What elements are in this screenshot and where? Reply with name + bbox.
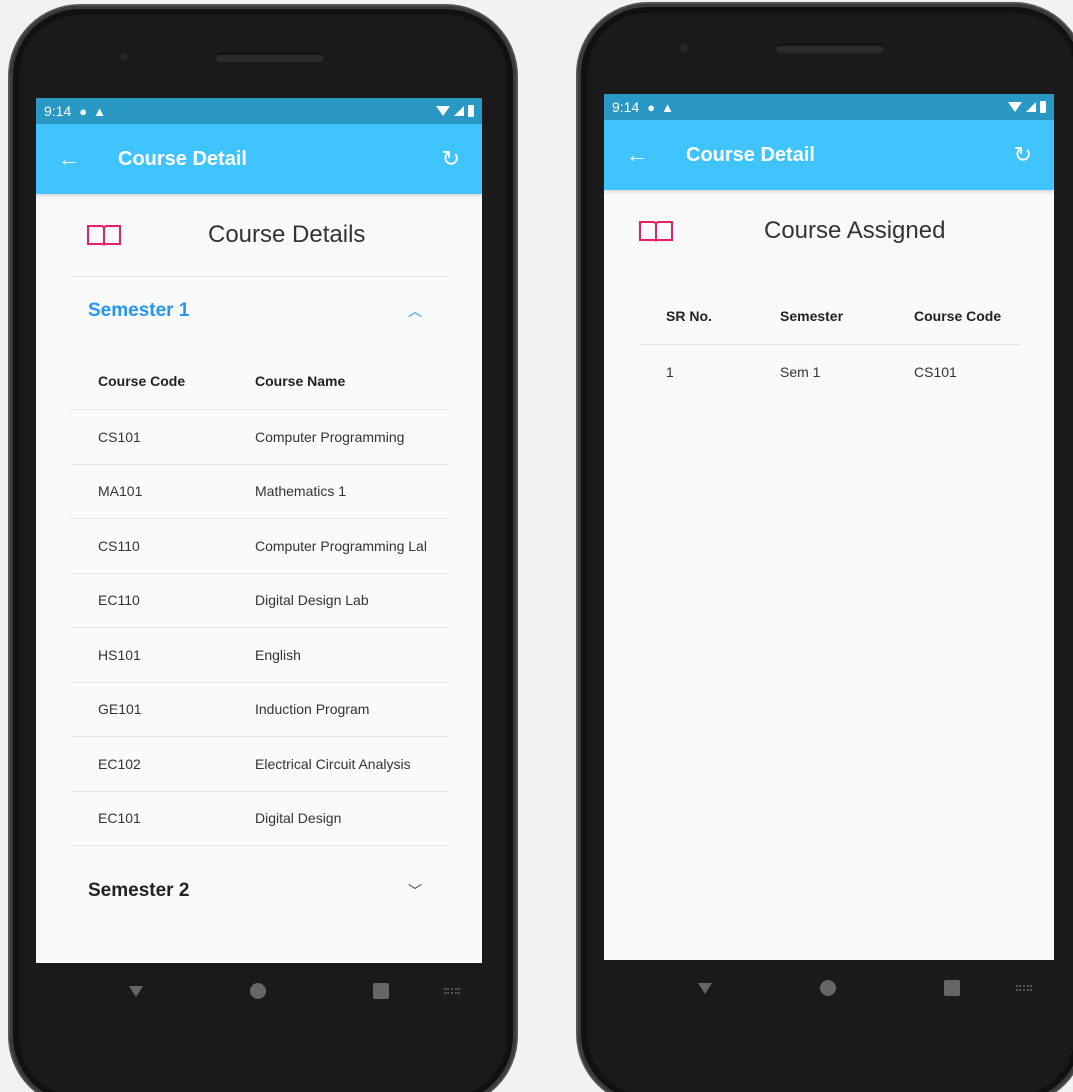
app-bar-title: Course Detail bbox=[686, 143, 815, 166]
course-code-cell: MA101 bbox=[98, 483, 143, 499]
cloud-icon: ▲ bbox=[661, 99, 674, 115]
semester-cell: Sem 1 bbox=[780, 364, 821, 381]
status-time: 9:14 bbox=[44, 103, 72, 119]
nav-back-icon[interactable] bbox=[698, 982, 712, 994]
nav-back-icon[interactable] bbox=[129, 985, 144, 997]
keyboard-icon bbox=[444, 988, 460, 994]
chevron-up-icon: ︿ bbox=[408, 303, 422, 319]
phone-frame-right: 9:14 ● ▲ ← Course Detail ↻ Course Assign… bbox=[578, 4, 1073, 1092]
course-name-cell: Computer Programming Lal bbox=[255, 537, 427, 554]
card-header: Course Assigned bbox=[638, 190, 1020, 272]
course-code-cell: CS101 bbox=[98, 428, 141, 445]
book-icon bbox=[86, 223, 122, 247]
table-row: CS110 Computer Programming Lal bbox=[70, 518, 448, 573]
screen-left: 9:14 ● ▲ ← Course Detail ↻ Course Detail… bbox=[36, 98, 482, 963]
course-code-cell: CS110 bbox=[98, 537, 140, 554]
course-name-cell: Digital Design Lab bbox=[255, 592, 369, 608]
course-code-cell: EC102 bbox=[98, 755, 141, 772]
signal-icon bbox=[1026, 102, 1036, 112]
course-code-cell: EC110 bbox=[98, 592, 140, 608]
front-camera bbox=[118, 51, 130, 63]
course-code-cell: CS101 bbox=[914, 364, 957, 381]
table-row: 1 Sem 1 CS101 bbox=[638, 344, 1020, 400]
course-name-cell: Computer Programming bbox=[255, 428, 405, 445]
card-title: Course Details bbox=[208, 221, 366, 248]
card-header: Course Details bbox=[70, 194, 448, 276]
back-arrow-icon[interactable]: ← bbox=[626, 142, 666, 168]
refresh-icon[interactable]: ↻ bbox=[1014, 142, 1032, 168]
refresh-icon[interactable]: ↻ bbox=[442, 146, 460, 172]
header-course-code: Course Code bbox=[98, 372, 186, 389]
course-name-cell: Mathematics 1 bbox=[255, 483, 347, 499]
nav-recents-icon[interactable] bbox=[372, 983, 389, 999]
semester-1-label: Semester 1 bbox=[88, 300, 190, 321]
wifi-icon bbox=[436, 106, 450, 116]
status-bar: 9:14 ● ▲ bbox=[36, 98, 482, 124]
app-bar: ← Course Detail ↻ bbox=[36, 124, 482, 194]
screen-right: 9:14 ● ▲ ← Course Detail ↻ Course Assign… bbox=[604, 94, 1054, 960]
table-row: EC102 Electrical Circuit Analysis bbox=[70, 736, 448, 791]
table-header-row: SR No. Semester Course Code bbox=[638, 288, 1020, 344]
semester-1-course-table: Course Code Course Name CS101 Computer P… bbox=[70, 353, 448, 846]
app-bar-title: Course Detail bbox=[118, 147, 247, 170]
card-title: Course Assigned bbox=[764, 217, 946, 244]
notification-icon: ● bbox=[647, 99, 656, 115]
wifi-icon bbox=[1008, 102, 1022, 112]
table-row: EC101 Digital Design bbox=[70, 791, 448, 845]
notification-icon: ● bbox=[79, 103, 88, 119]
earpiece-speaker bbox=[775, 44, 885, 53]
chevron-down-icon: ﹀ bbox=[408, 882, 422, 899]
back-arrow-icon[interactable]: ← bbox=[58, 146, 98, 172]
sr-no-cell: 1 bbox=[666, 364, 674, 381]
nav-recents-icon[interactable] bbox=[944, 980, 960, 996]
table-row: GE101 Induction Program bbox=[70, 682, 448, 736]
signal-icon bbox=[454, 106, 464, 116]
course-code-cell: GE101 bbox=[98, 701, 142, 717]
course-name-cell: English bbox=[255, 646, 301, 663]
course-name-cell: Electrical Circuit Analysis bbox=[255, 755, 411, 772]
semester-2-label: Semester 2 bbox=[88, 879, 190, 901]
system-nav-bar bbox=[36, 963, 482, 1019]
semester-2-header[interactable]: Semester 2 ﹀ bbox=[70, 846, 448, 936]
course-assigned-table: SR No. Semester Course Code 1 Sem 1 CS10… bbox=[638, 288, 1020, 400]
course-name-cell: Digital Design bbox=[255, 810, 342, 826]
cloud-icon: ▲ bbox=[93, 103, 106, 119]
front-camera bbox=[678, 42, 690, 54]
battery-icon bbox=[468, 105, 474, 117]
table-row: EC110 Digital Design Lab bbox=[70, 573, 448, 627]
status-bar: 9:14 ● ▲ bbox=[604, 94, 1054, 120]
book-icon bbox=[638, 219, 674, 243]
course-name-cell: Induction Program bbox=[255, 701, 370, 717]
header-semester: Semester bbox=[780, 307, 844, 324]
nav-home-icon[interactable] bbox=[820, 980, 836, 996]
nav-home-icon[interactable] bbox=[249, 983, 266, 999]
course-code-cell: HS101 bbox=[98, 646, 141, 663]
course-code-cell: EC101 bbox=[98, 810, 141, 826]
earpiece-speaker bbox=[215, 53, 325, 62]
phone-frame-left: 9:14 ● ▲ ← Course Detail ↻ Course Detail… bbox=[10, 6, 516, 1092]
table-header-row: Course Code Course Name bbox=[70, 353, 448, 409]
header-course-code: Course Code bbox=[914, 307, 1002, 324]
table-row: MA101 Mathematics 1 bbox=[70, 464, 448, 518]
content: Course Details Semester 1 ︿ Course Code … bbox=[36, 194, 482, 963]
semester-1-header[interactable]: Semester 1 ︿ bbox=[70, 277, 448, 345]
table-row: HS101 English bbox=[70, 627, 448, 682]
keyboard-icon bbox=[1016, 985, 1032, 991]
battery-icon bbox=[1040, 101, 1046, 113]
header-course-name: Course Name bbox=[255, 372, 346, 389]
content: Course Assigned SR No. Semester Course C… bbox=[604, 190, 1054, 960]
status-time: 9:14 bbox=[612, 99, 640, 115]
system-nav-bar bbox=[604, 960, 1054, 1016]
header-sr-no: SR No. bbox=[666, 307, 712, 324]
app-bar: ← Course Detail ↻ bbox=[604, 120, 1054, 190]
table-row: CS101 Computer Programming bbox=[70, 409, 448, 464]
